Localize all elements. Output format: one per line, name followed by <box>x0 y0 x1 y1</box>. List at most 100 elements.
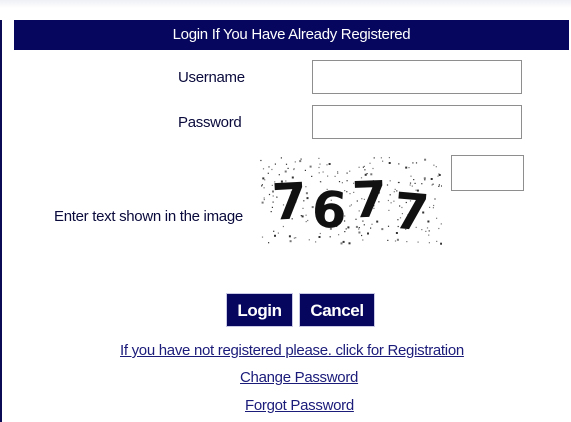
captcha-noise-dot <box>267 172 269 174</box>
captcha-noise-dot <box>293 237 295 239</box>
captcha-noise-dot <box>262 168 265 170</box>
captcha-image: 7677 <box>260 157 442 245</box>
captcha-noise-dot <box>440 242 442 245</box>
captcha-noise-dot <box>337 172 339 174</box>
captcha-noise-dot <box>362 166 364 168</box>
registration-link[interactable]: If you have not registered please. click… <box>120 342 464 359</box>
captcha-noise-dot <box>271 168 273 171</box>
captcha-noise-dot <box>294 161 296 163</box>
login-title: Login If You Have Already Registered <box>14 20 569 50</box>
captcha-noise-dot <box>388 157 390 159</box>
captcha-noise-dot <box>315 241 317 243</box>
captcha-noise-dot <box>289 240 292 243</box>
captcha-noise-dot <box>304 169 306 171</box>
captcha-noise-dot <box>398 163 400 165</box>
captcha-noise-dot <box>306 197 309 200</box>
captcha-noise-dot <box>415 162 418 164</box>
captcha-noise-dot <box>389 180 391 182</box>
captcha-noise-dot <box>428 230 430 232</box>
captcha-noise-dot <box>440 223 442 225</box>
captcha-noise-dot <box>441 185 442 187</box>
captcha-glyph: 7 <box>351 170 388 229</box>
captcha-noise-dot <box>436 240 438 242</box>
change-password-link[interactable]: Change Password <box>240 369 358 386</box>
captcha-noise-dot <box>432 183 434 185</box>
captcha-noise-dot <box>261 201 264 204</box>
captcha-noise-dot <box>334 175 336 177</box>
login-button[interactable]: Login <box>226 293 293 327</box>
captcha-noise-dot <box>438 185 440 187</box>
captcha-noise-dot <box>346 172 348 174</box>
captcha-noise-dot <box>433 204 435 207</box>
captcha-noise-dot <box>423 177 426 180</box>
captcha-noise-dot <box>382 160 384 162</box>
captcha-noise-dot <box>432 207 434 209</box>
captcha-noise-dot <box>373 157 375 159</box>
captcha-noise-dot <box>438 184 440 186</box>
captcha-noise-dot <box>386 184 389 186</box>
captcha-noise-dot <box>434 198 436 200</box>
captcha-glyph: 6 <box>310 180 349 240</box>
captcha-noise-dot <box>369 162 371 164</box>
captcha-noise-dot <box>413 179 415 181</box>
captcha-noise-dot <box>308 239 310 241</box>
captcha-noise-dot <box>388 209 390 211</box>
captcha-noise-dot <box>349 205 351 207</box>
captcha-noise-dot <box>263 199 265 201</box>
captcha-noise-dot <box>293 168 295 170</box>
captcha-noise-dot <box>390 202 392 204</box>
login-panel: Login If You Have Already Registered Use… <box>2 20 571 422</box>
captcha-noise-dot <box>322 171 324 173</box>
captcha-noise-dot <box>380 157 382 159</box>
captcha-noise-dot <box>387 239 389 241</box>
captcha-noise-dot <box>410 175 412 177</box>
forgot-password-link[interactable]: Forgot Password <box>245 397 354 414</box>
captcha-noise-dot <box>318 166 320 169</box>
captcha-noise-dot <box>295 237 297 239</box>
password-label: Password <box>178 114 242 131</box>
captcha-noise-dot <box>435 166 437 168</box>
captcha-noise-dot <box>299 160 302 163</box>
captcha-glyphs: 7677 <box>271 170 432 242</box>
captcha-noise-dot <box>318 172 320 174</box>
captcha-noise-dot <box>309 165 312 168</box>
top-edge <box>0 0 571 8</box>
cancel-button[interactable]: Cancel <box>299 293 375 327</box>
password-input[interactable] <box>312 105 522 139</box>
captcha-svg: 7677 <box>260 157 442 245</box>
captcha-noise-dot <box>337 171 339 173</box>
username-input[interactable] <box>312 60 522 94</box>
captcha-noise-dot <box>285 163 288 165</box>
captcha-noise-dot <box>287 167 289 169</box>
captcha-noise-dot <box>261 236 264 238</box>
captcha-noise-dot <box>326 164 328 166</box>
captcha-noise-dot <box>388 162 391 164</box>
captcha-noise-dot <box>318 157 320 159</box>
page: Login If You Have Already Registered Use… <box>0 0 571 422</box>
captcha-noise-dot <box>349 193 351 195</box>
captcha-noise-dot <box>361 234 363 237</box>
captcha-noise-dot <box>406 241 408 243</box>
captcha-noise-dot <box>346 180 348 182</box>
captcha-noise-dot <box>277 232 279 234</box>
captcha-noise-dot <box>433 164 435 166</box>
captcha-noise-dot <box>367 232 369 235</box>
captcha-noise-dot <box>424 179 426 181</box>
captcha-input[interactable] <box>451 155 524 191</box>
captcha-noise-dot <box>348 242 351 245</box>
captcha-noise-dot <box>345 228 347 230</box>
captcha-noise-dot <box>438 174 441 176</box>
captcha-noise-dot <box>300 158 302 160</box>
captcha-noise-dot <box>387 225 390 227</box>
captcha-noise-dot <box>268 166 270 168</box>
captcha-noise-dot <box>394 240 397 242</box>
captcha-noise-dot <box>274 234 276 237</box>
captcha-noise-dot <box>424 158 427 161</box>
captcha-noise-dot <box>263 187 265 189</box>
captcha-noise-dot <box>428 234 430 236</box>
captcha-noise-dot <box>280 157 282 159</box>
captcha-glyph: 7 <box>391 182 431 243</box>
username-label: Username <box>178 69 245 86</box>
captcha-noise-dot <box>408 167 410 169</box>
captcha-noise-dot <box>358 166 360 168</box>
